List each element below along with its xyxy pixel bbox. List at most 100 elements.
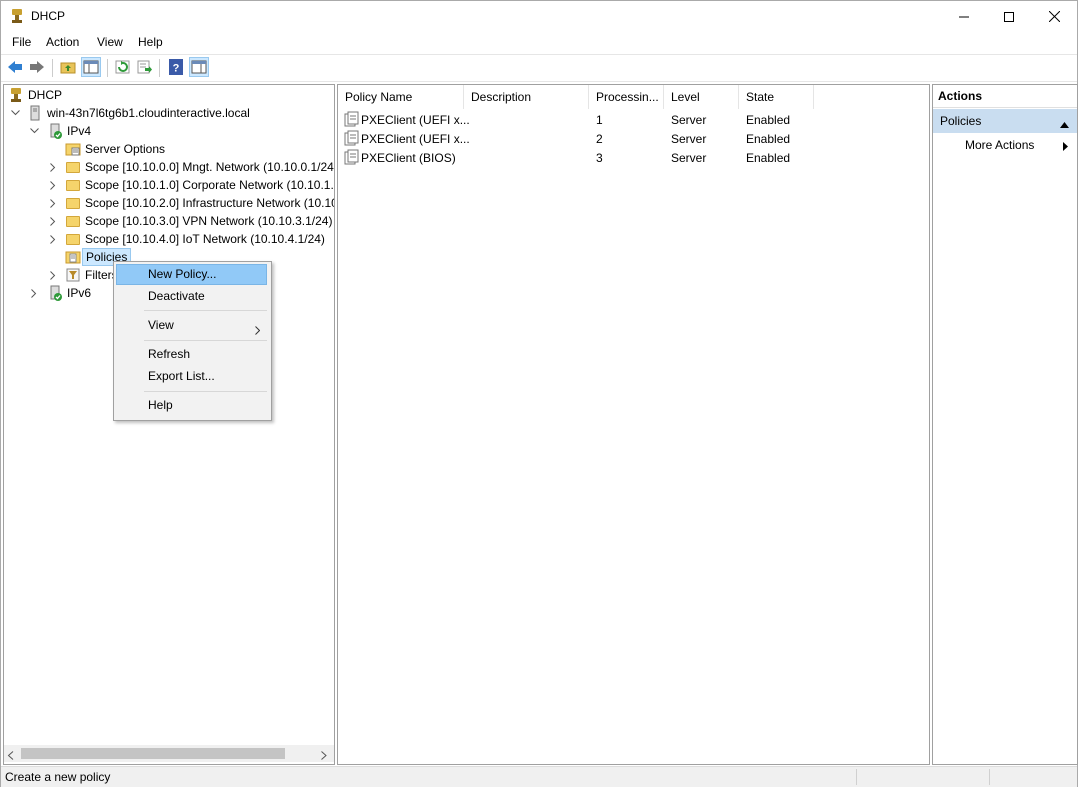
menu-item-help[interactable]: Help: [116, 395, 267, 416]
chevron-right-icon[interactable]: [48, 176, 58, 194]
collapse-up-icon[interactable]: [1060, 117, 1069, 131]
column-header-processing[interactable]: Processin...: [589, 85, 664, 109]
cell-state: Enabled: [746, 151, 791, 165]
console-tree-icon: [83, 60, 99, 74]
chevron-right-icon[interactable]: [48, 194, 58, 212]
filter-icon: [65, 267, 81, 283]
help-button[interactable]: ?: [166, 57, 186, 77]
maximize-button[interactable]: [986, 1, 1032, 32]
console-tree-pane[interactable]: DHCP win-43n7l6tg6b1.cloudinteractive.lo…: [3, 84, 335, 765]
svg-text:?: ?: [173, 63, 180, 75]
window-title: DHCP: [31, 9, 66, 23]
folder-up-icon: [60, 62, 76, 74]
tree-node-scope[interactable]: Scope [10.10.2.0] Infrastructure Network…: [4, 194, 334, 212]
tree-label: DHCP: [28, 88, 63, 102]
scrollbar-thumb[interactable]: [21, 748, 285, 759]
results-pane[interactable]: Policy Name Description Processin... Lev…: [337, 84, 930, 765]
chevron-right-icon[interactable]: [29, 284, 39, 302]
more-actions-label: More Actions: [965, 138, 1035, 152]
up-one-level-button[interactable]: [58, 57, 78, 77]
submenu-arrow-icon: [1063, 140, 1068, 154]
actions-pane: Actions Policies More Actions: [932, 84, 1078, 765]
menu-bar: File Action View Help: [1, 32, 1077, 53]
menu-item-deactivate[interactable]: Deactivate: [116, 286, 267, 307]
menu-item-refresh[interactable]: Refresh: [116, 344, 267, 365]
context-menu: New Policy... Deactivate View Refresh Ex…: [113, 261, 272, 421]
actions-section-policies[interactable]: Policies: [933, 109, 1077, 133]
column-header-level[interactable]: Level: [664, 85, 739, 109]
minimize-button[interactable]: [941, 1, 987, 32]
close-button[interactable]: [1031, 1, 1077, 32]
actions-title: Actions: [938, 89, 983, 103]
maximize-icon: [1004, 11, 1014, 22]
refresh-icon: [115, 60, 130, 74]
menu-separator: [144, 391, 267, 392]
scroll-left-icon[interactable]: [7, 749, 15, 763]
tree-node-server[interactable]: win-43n7l6tg6b1.cloudinteractive.local: [4, 104, 334, 122]
tree-node-server-options[interactable]: Server Options: [4, 140, 334, 158]
horizontal-scrollbar[interactable]: [4, 745, 334, 762]
back-arrow-icon: [8, 61, 22, 73]
toolbar-separator: [159, 59, 160, 77]
show-hide-action-pane-button[interactable]: [189, 57, 209, 77]
folder-icon: [65, 231, 81, 247]
menu-item-export-list[interactable]: Export List...: [116, 366, 267, 387]
menu-item-new-policy[interactable]: New Policy...: [116, 264, 267, 285]
menu-file[interactable]: File: [12, 35, 31, 49]
show-hide-console-tree-button[interactable]: [81, 57, 101, 77]
folder-icon: [65, 177, 81, 193]
policies-icon: [65, 249, 81, 265]
table-row[interactable]: PXEClient (BIOS) 3 Server Enabled: [338, 148, 929, 167]
export-list-button[interactable]: [135, 57, 155, 77]
table-row[interactable]: PXEClient (UEFI x... 1 Server Enabled: [338, 110, 929, 129]
cell-policy-name: PXEClient (BIOS): [361, 151, 456, 165]
tree-label: IPv6: [67, 286, 92, 300]
chevron-right-icon[interactable]: [48, 212, 58, 230]
chevron-right-icon[interactable]: [48, 266, 58, 284]
menu-item-view[interactable]: View: [116, 315, 267, 336]
column-header-state[interactable]: State: [739, 85, 814, 109]
tree-node-scope[interactable]: Scope [10.10.0.0] Mngt. Network (10.10.0…: [4, 158, 334, 176]
dhcp-app-icon: [9, 8, 25, 24]
back-button[interactable]: [5, 57, 25, 77]
menu-action[interactable]: Action: [46, 35, 79, 49]
tree-node-dhcp[interactable]: DHCP: [4, 86, 334, 104]
status-text: Create a new policy: [5, 770, 111, 784]
status-divider: [856, 769, 857, 785]
tree-node-scope[interactable]: Scope [10.10.1.0] Corporate Network (10.…: [4, 176, 334, 194]
cell-state: Enabled: [746, 113, 791, 127]
chevron-down-icon[interactable]: [29, 122, 39, 140]
cell-level: Server: [671, 113, 707, 127]
server-options-icon: [65, 141, 81, 157]
menu-separator: [144, 340, 267, 341]
actions-header: Actions: [933, 85, 1077, 108]
cell-policy-name: PXEClient (UEFI x...: [361, 113, 470, 127]
tree-node-ipv4[interactable]: IPv4: [4, 122, 334, 140]
chevron-down-icon[interactable]: [10, 104, 20, 122]
tree-node-scope[interactable]: Scope [10.10.4.0] IoT Network (10.10.4.1…: [4, 230, 334, 248]
column-header-description[interactable]: Description: [464, 85, 589, 109]
column-header-policy-name[interactable]: Policy Name: [338, 85, 464, 109]
help-icon: ?: [169, 59, 183, 75]
menu-view[interactable]: View: [97, 35, 123, 49]
more-actions-item[interactable]: More Actions: [933, 135, 1077, 155]
tree-node-scope[interactable]: Scope [10.10.3.0] VPN Network (10.10.3.1…: [4, 212, 334, 230]
policy-icon: [343, 130, 359, 149]
actions-section-label: Policies: [940, 114, 982, 128]
cell-processing: 3: [596, 151, 603, 165]
menu-help[interactable]: Help: [138, 35, 163, 49]
scroll-right-icon[interactable]: [320, 749, 328, 763]
tree-label: Scope [10.10.0.0] Mngt. Network (10.10.0…: [85, 160, 335, 174]
table-row[interactable]: PXEClient (UEFI x... 2 Server Enabled: [338, 129, 929, 148]
chevron-right-icon[interactable]: [48, 230, 58, 248]
forward-button[interactable]: [27, 57, 47, 77]
tree-label: IPv4: [67, 124, 92, 138]
chevron-right-icon[interactable]: [48, 158, 58, 176]
status-bar: Create a new policy: [1, 766, 1077, 787]
cell-policy-name: PXEClient (UEFI x...: [361, 132, 470, 146]
close-icon: [1048, 11, 1060, 22]
refresh-button[interactable]: [113, 57, 133, 77]
menu-separator: [144, 310, 267, 311]
folder-icon: [65, 195, 81, 211]
cell-state: Enabled: [746, 132, 791, 146]
